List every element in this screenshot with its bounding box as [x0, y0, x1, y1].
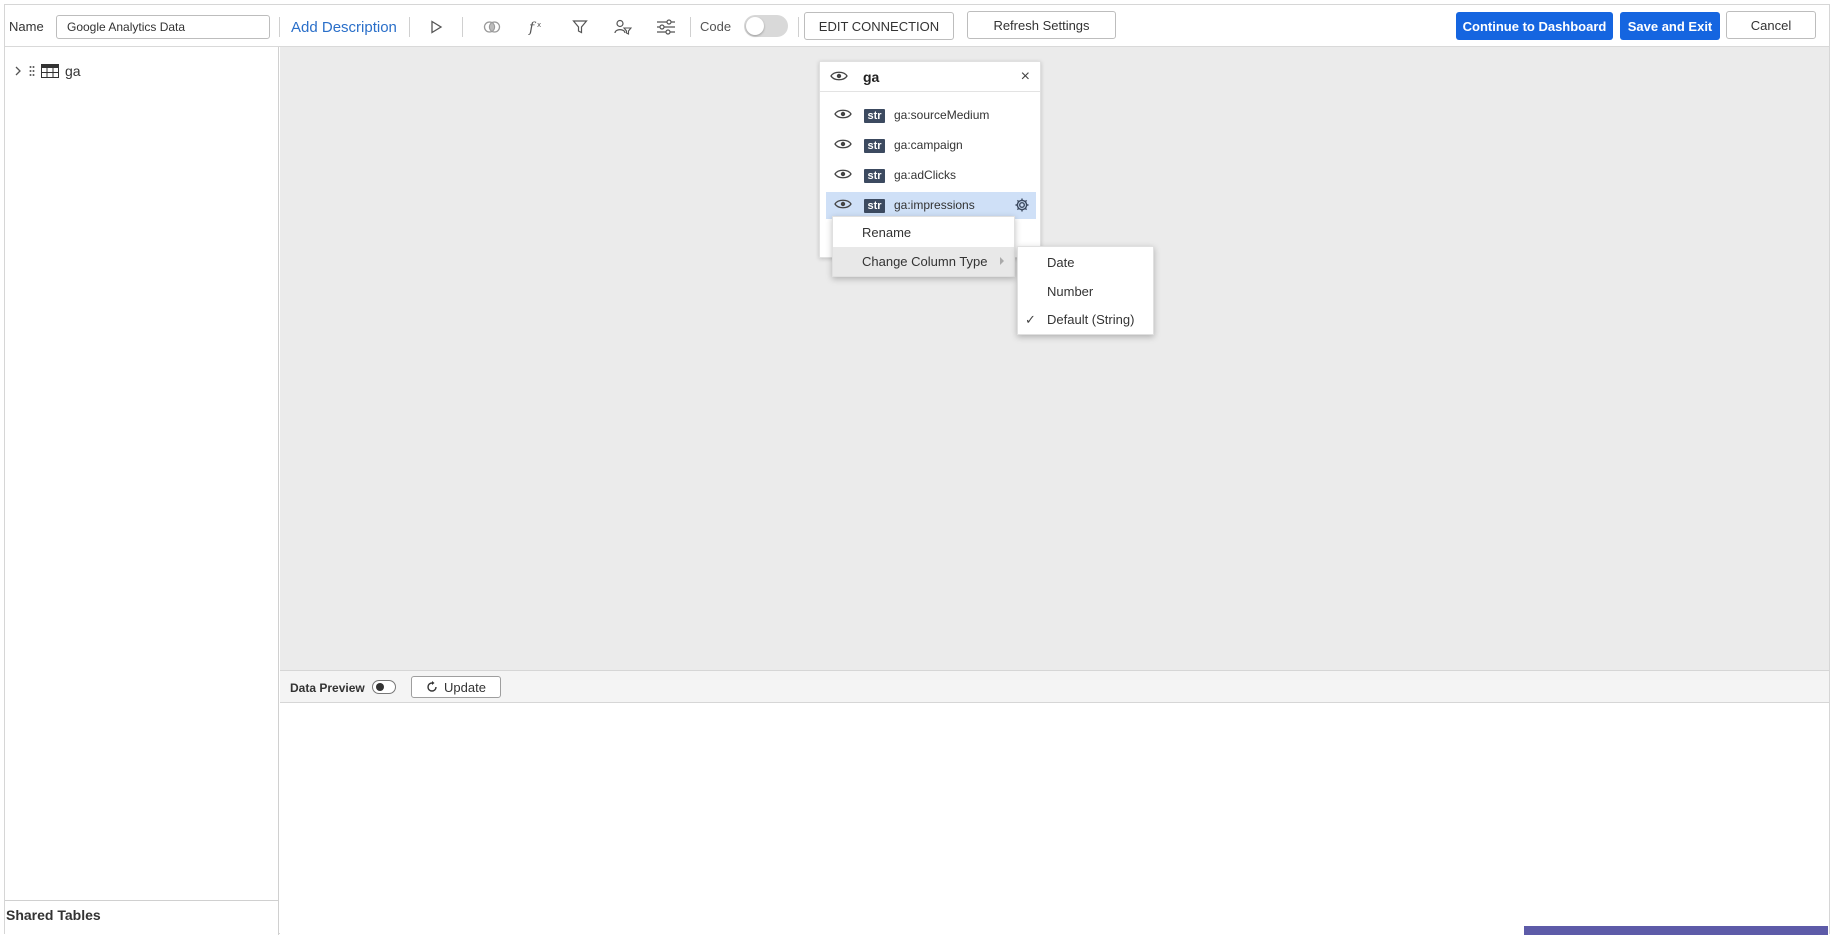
data-preview-toggle[interactable] — [372, 680, 396, 694]
formula-icon[interactable]: fx — [524, 16, 548, 38]
divider — [409, 17, 410, 37]
divider — [5, 900, 279, 901]
name-label: Name — [9, 19, 44, 34]
app-window: Name Add Description fx Code EDIT CONNEC… — [4, 4, 1830, 935]
status-strip — [1524, 926, 1828, 935]
eye-icon[interactable] — [834, 108, 852, 120]
column-row[interactable]: str ga:adClicks — [826, 162, 1036, 189]
table-card-title: ga — [863, 69, 880, 85]
continue-to-dashboard-button[interactable]: Continue to Dashboard — [1456, 12, 1613, 40]
add-description-link[interactable]: Add Description — [291, 17, 397, 37]
gear-icon[interactable] — [1014, 197, 1030, 213]
menu-item-label: Change Column Type — [862, 254, 988, 269]
eye-icon[interactable] — [834, 138, 852, 150]
toggle-knob — [376, 683, 384, 691]
code-toggle[interactable] — [744, 15, 788, 37]
table-card-header: ga × — [820, 62, 1040, 92]
filter-icon[interactable] — [568, 16, 592, 38]
menu-item-rename[interactable]: Rename — [833, 218, 1014, 247]
tree-item-ga[interactable]: ga — [13, 61, 81, 81]
menu-item-label: Default (String) — [1047, 311, 1135, 327]
string-type-badge: str — [864, 199, 885, 213]
code-label: Code — [700, 19, 732, 34]
settings-sliders-icon[interactable] — [654, 16, 678, 38]
run-icon[interactable] — [424, 16, 448, 38]
divider — [279, 17, 280, 37]
menu-item-default-string[interactable]: ✓ Default (String) — [1018, 305, 1153, 333]
svg-text:f: f — [528, 20, 537, 35]
tables-panel: ga Shared Tables — [5, 47, 279, 935]
divider — [798, 17, 799, 37]
divider — [462, 17, 463, 37]
cancel-button[interactable]: Cancel — [1726, 11, 1816, 39]
tree-item-label: ga — [65, 63, 81, 79]
update-button[interactable]: Update — [411, 676, 501, 698]
design-canvas — [280, 47, 1829, 670]
data-preview-bar: Data Preview Update — [280, 670, 1829, 703]
menu-item-number[interactable]: Number — [1018, 277, 1153, 305]
user-filter-icon[interactable] — [611, 16, 635, 38]
refresh-settings-button[interactable]: Refresh Settings — [967, 11, 1116, 39]
string-type-badge: str — [864, 139, 885, 153]
svg-text:x: x — [537, 21, 541, 29]
drag-handle-icon[interactable] — [29, 65, 35, 77]
column-context-menu: Rename Change Column Type — [832, 216, 1015, 277]
column-name: ga:impressions — [894, 198, 975, 212]
join-icon[interactable] — [480, 16, 504, 38]
data-preview-label: Data Preview — [290, 681, 365, 695]
column-row[interactable]: str ga:sourceMedium — [826, 102, 1036, 129]
toolbar: Name Add Description fx Code EDIT CONNEC… — [5, 5, 1829, 47]
string-type-badge: str — [864, 169, 885, 183]
close-icon[interactable]: × — [1021, 68, 1030, 86]
column-name: ga:sourceMedium — [894, 108, 990, 122]
eye-icon[interactable] — [834, 168, 852, 180]
shared-tables-heading: Shared Tables — [6, 907, 101, 923]
name-input[interactable] — [56, 15, 270, 39]
column-type-submenu: Date Number ✓ Default (String) — [1017, 246, 1154, 335]
eye-icon[interactable] — [834, 198, 852, 210]
column-row[interactable]: str ga:campaign — [826, 132, 1036, 159]
menu-item-date[interactable]: Date — [1018, 248, 1153, 276]
column-name: ga:campaign — [894, 138, 963, 152]
update-label: Update — [444, 679, 486, 695]
string-type-badge: str — [864, 109, 885, 123]
column-row-selected[interactable]: str ga:impressions — [826, 192, 1036, 219]
divider — [690, 17, 691, 37]
data-preview-area — [280, 703, 1829, 935]
submenu-arrow-icon — [1000, 257, 1004, 265]
column-name: ga:adClicks — [894, 168, 957, 182]
checkmark-icon: ✓ — [1025, 312, 1036, 327]
edit-connection-button[interactable]: EDIT CONNECTION — [804, 12, 954, 40]
refresh-icon — [427, 681, 437, 692]
toggle-knob — [746, 17, 764, 35]
eye-icon[interactable] — [830, 70, 848, 82]
save-and-exit-button[interactable]: Save and Exit — [1620, 12, 1720, 40]
table-icon — [41, 64, 59, 78]
chevron-right-icon[interactable] — [13, 65, 23, 77]
menu-item-change-column-type[interactable]: Change Column Type — [833, 247, 1014, 276]
